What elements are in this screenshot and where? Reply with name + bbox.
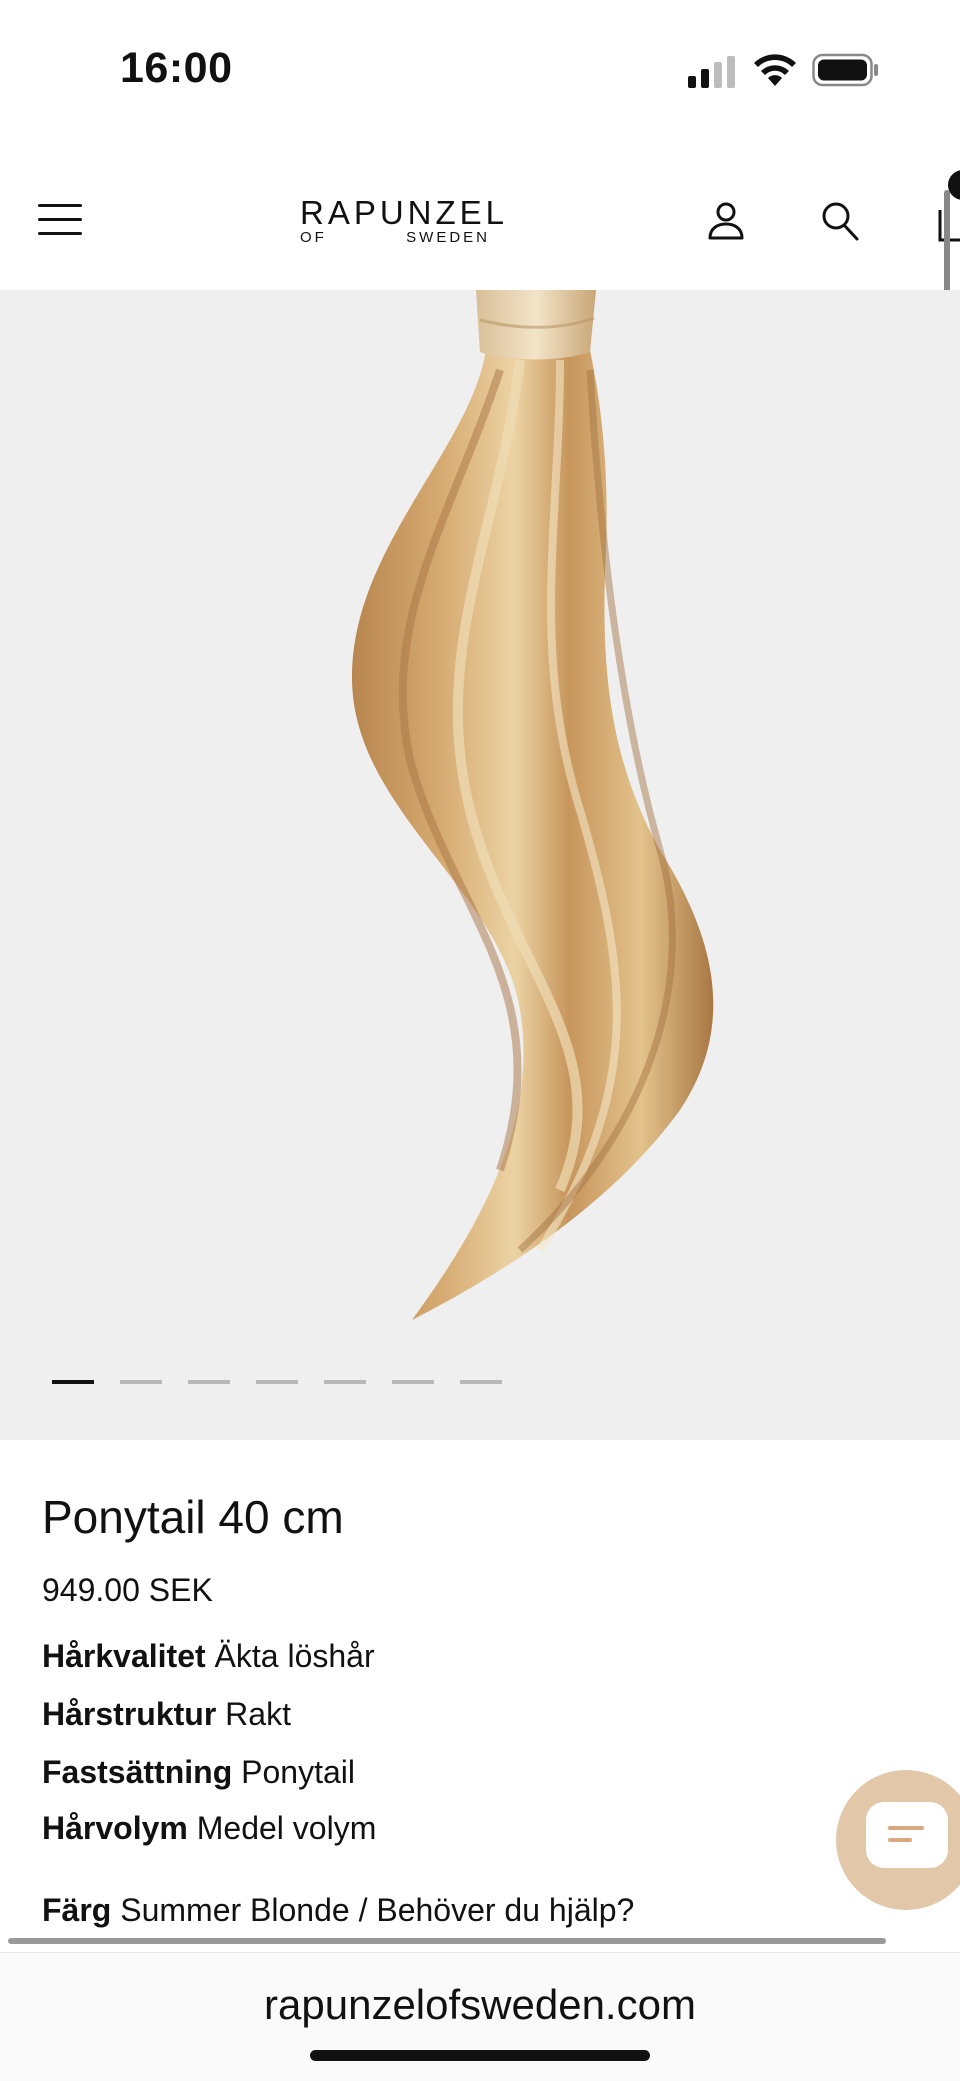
attribute-color[interactable]: Färg Summer Blonde / Behöver du hjälp? [42,1892,634,1929]
product-title: Ponytail 40 cm [42,1491,344,1543]
attribute-value: Ponytail [241,1754,355,1790]
browser-address-bar[interactable]: rapunzelofsweden.com [0,1952,960,2081]
logo-sweden: SWEDEN [406,229,490,246]
logo[interactable]: RAPUNZEL OF SWEDEN [300,194,509,248]
attribute-label: Hårvolym [42,1810,188,1846]
product-price: 949.00 SEK [42,1572,213,1608]
gallery-dot-4[interactable] [256,1380,298,1384]
wifi-icon [754,54,796,86]
attribute-label: Hårkvalitet [42,1638,206,1674]
logo-of: OF [300,229,327,246]
attribute-label: Färg [42,1892,112,1928]
menu-button[interactable] [38,202,84,236]
attribute-label: Fastsättning [42,1754,233,1790]
url-text[interactable]: rapunzelofsweden.com [0,1981,960,2029]
gallery-dot-5[interactable] [324,1380,366,1384]
status-time: 16:00 [120,44,233,92]
attribute-value: Medel volym [196,1810,377,1846]
gallery-pagination [52,1380,502,1386]
menu-icon-bar [38,232,82,235]
attribute-hair-volume: Hårvolym Medel volym [42,1810,376,1847]
menu-icon-bar [38,218,82,221]
product-info: Ponytail 40 cm 949.00 SEK Hårkvalitet Äk… [0,1440,960,1960]
gallery-dot-2[interactable] [120,1380,162,1384]
attribute-attachment: Fastsättning Ponytail [42,1754,355,1791]
attribute-hair-quality: Hårkvalitet Äkta löshår [42,1638,375,1675]
chat-icon-line [888,1838,912,1842]
account-icon[interactable] [706,200,746,242]
chat-icon-line [888,1826,924,1830]
gallery-dot-6[interactable] [392,1380,434,1384]
home-indicator[interactable] [310,2050,650,2061]
chat-icon [866,1802,948,1868]
attribute-hair-texture: Hårstruktur Rakt [42,1696,291,1733]
search-icon[interactable] [820,200,860,242]
product-image-ponytail [351,290,714,1320]
cellular-signal-icon [688,56,735,88]
attribute-value: Rakt [225,1696,291,1732]
logo-subline: OF SWEDEN [300,230,490,246]
gallery-dot-7[interactable] [460,1380,502,1384]
battery-icon [812,53,878,87]
menu-icon [38,204,82,207]
attribute-label: Hårstruktur [42,1696,217,1732]
status-bar: 16:00 [0,0,960,140]
attribute-value: Summer Blonde / Behöver du hjälp? [120,1892,635,1928]
attribute-value: Äkta löshår [214,1638,375,1674]
gallery-dot-3[interactable] [188,1380,230,1384]
gallery-dot-1[interactable] [52,1380,94,1384]
horizontal-scrollbar[interactable] [8,1938,886,1944]
site-header: RAPUNZEL OF SWEDEN [0,140,960,290]
logo-wordmark: RAPUNZEL [300,194,509,231]
product-image-gallery[interactable] [0,290,960,1440]
